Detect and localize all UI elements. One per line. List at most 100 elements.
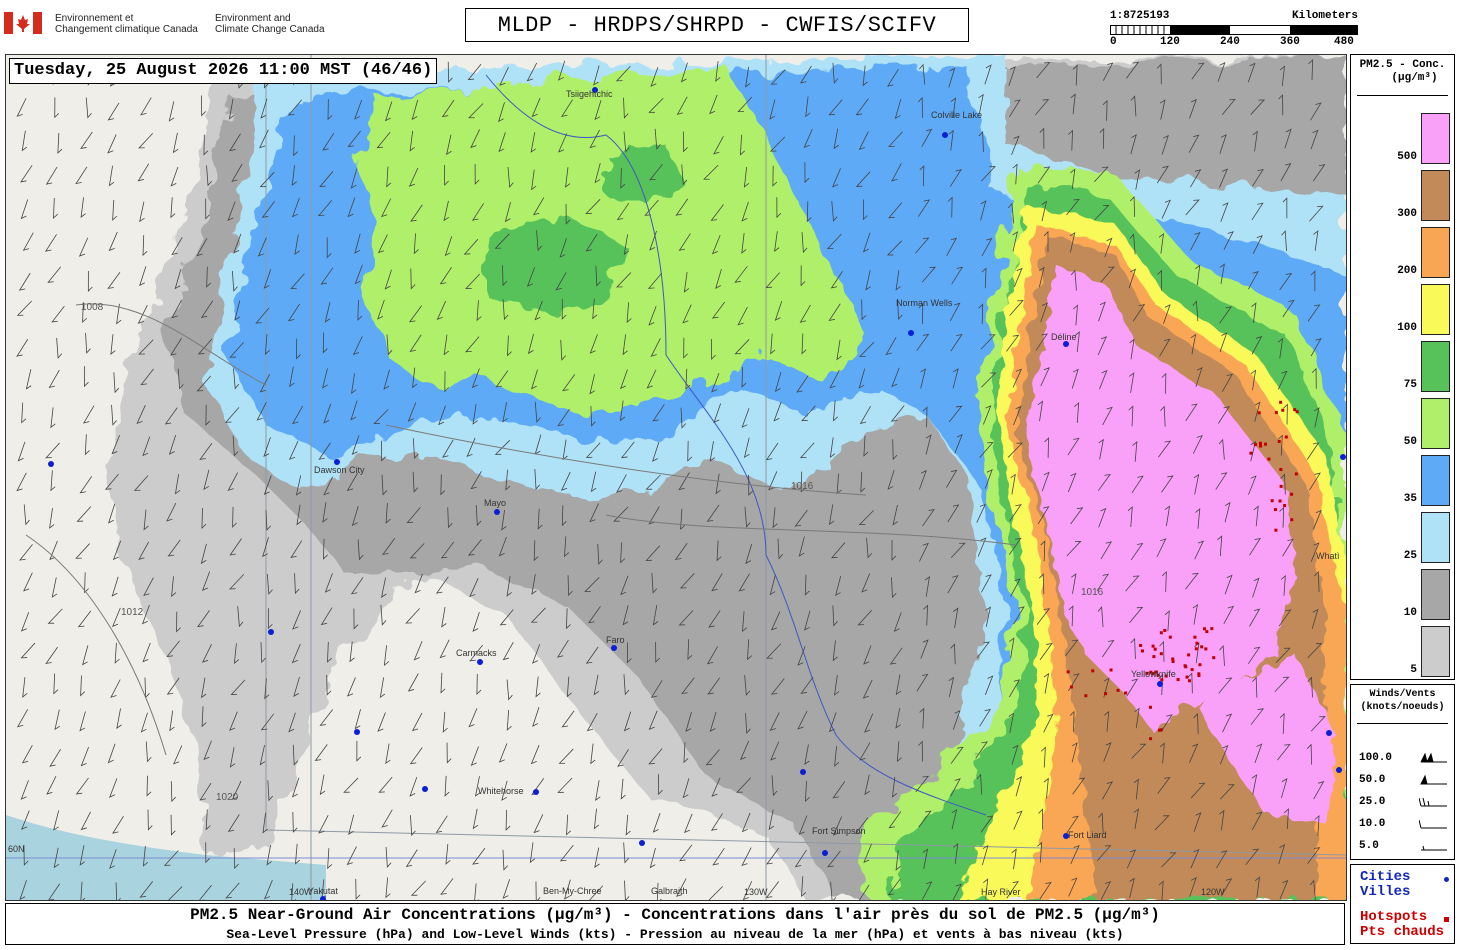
city-label: Whitehorse	[478, 786, 524, 796]
hotspot-marker	[1279, 468, 1283, 472]
legend-divider	[1357, 723, 1448, 724]
concentration-map[interactable]: 1008 1012 1016 1016 1020	[6, 55, 1346, 900]
pm25-swatch	[1421, 113, 1450, 164]
scale-bar-graphic	[1110, 25, 1358, 35]
city-dot[interactable]	[422, 786, 428, 792]
hotspot-marker	[1203, 627, 1207, 631]
city-dot[interactable]	[533, 789, 539, 795]
wind-legend-row: 10.0	[1359, 818, 1386, 830]
city-dot[interactable]	[611, 645, 617, 651]
hotspot-marker	[1184, 665, 1188, 669]
hotspots-legend-label: Hotspots Pts chauds	[1360, 909, 1445, 940]
footer: PM2.5 Near-Ground Air Concentrations (µg…	[5, 903, 1345, 945]
hotspot-marker	[1274, 528, 1278, 532]
hotspot-marker	[1205, 630, 1209, 634]
scale-bar: 1:8725193 Kilometers 0 120 240 360 480	[1110, 10, 1358, 50]
hotspot-marker	[1283, 504, 1287, 508]
city-label: Faro	[606, 635, 625, 645]
hotspot-marker	[1294, 472, 1298, 476]
hotspot-marker	[1200, 645, 1204, 649]
svg-text:1016: 1016	[1081, 587, 1104, 598]
scale-ratio: 1:8725193	[1110, 10, 1170, 22]
footer-subtitle: Sea-Level Pressure (hPa) and Low-Level W…	[226, 927, 1124, 942]
legend-divider	[1357, 95, 1448, 96]
hotspot-marker	[1279, 484, 1283, 488]
city-dot[interactable]	[942, 132, 948, 138]
city-label: Fort Liard	[1068, 830, 1107, 840]
pm25-swatch	[1421, 455, 1450, 506]
hotspot-marker	[1159, 631, 1163, 635]
city-label: Dawson City	[314, 465, 365, 475]
hotspot-marker	[1274, 411, 1278, 415]
city-dot[interactable]	[477, 659, 483, 665]
hotspot-marker	[1258, 441, 1262, 445]
pm25-swatch-label: 25	[1403, 550, 1417, 562]
wind-legend-title: Winds/Vents (knots/noeuds)	[1360, 689, 1445, 713]
city-dot[interactable]	[1157, 681, 1163, 687]
pm25-swatch	[1421, 398, 1450, 449]
city-dot[interactable]	[1326, 730, 1332, 736]
hotspot-marker	[1176, 678, 1180, 682]
pm25-swatch-label: 35	[1403, 493, 1417, 505]
wind-legend-row: 25.0	[1359, 796, 1386, 808]
pm25-legend: PM2.5 - Conc. (µg/m³) 500 300 200 100 75 50 35…	[1350, 54, 1455, 680]
hotspot-marker	[1197, 673, 1201, 677]
coord-label: 60N	[8, 844, 25, 854]
cities-legend-label: Cities Villes	[1360, 869, 1411, 900]
hotspot-marker	[1277, 439, 1281, 443]
city-dot[interactable]	[354, 729, 360, 735]
city-dot[interactable]	[822, 850, 828, 856]
wind-barb-100-icon	[1420, 752, 1447, 763]
gov-name-en: Environment and Climate Change Canada	[215, 13, 325, 35]
pm25-swatch-label: 500	[1397, 151, 1417, 163]
city-label: Whatì	[1316, 551, 1340, 561]
hotspot-marker	[1149, 737, 1153, 741]
city-dot[interactable]	[1340, 454, 1346, 460]
hotspot-marker	[1263, 442, 1267, 446]
city-label: Carmacks	[456, 648, 497, 658]
hotspot-marker	[1171, 660, 1175, 664]
city-dot[interactable]	[268, 629, 274, 635]
hotspot-marker	[1195, 641, 1199, 645]
svg-text:1008: 1008	[81, 302, 104, 313]
hotspot-marker	[1151, 644, 1155, 648]
city-dot[interactable]	[639, 840, 645, 846]
hotspot-marker	[1152, 655, 1156, 659]
pm25-swatch	[1421, 512, 1450, 563]
wind-barb-5-icon	[1421, 845, 1447, 851]
city-dot[interactable]	[800, 769, 806, 775]
hotspot-marker	[1116, 688, 1120, 692]
city-dot[interactable]	[494, 509, 500, 515]
hotspot-marker	[1066, 670, 1070, 674]
city-dot[interactable]	[908, 330, 914, 336]
city-dot[interactable]	[1063, 341, 1069, 347]
hotspot-marker	[1148, 705, 1152, 709]
hotspot-marker	[1091, 669, 1095, 673]
coord-label: 130W	[744, 887, 768, 897]
map-panel[interactable]: 1008 1012 1016 1016 1020 Tuesday, 25 Aug…	[5, 54, 1347, 901]
svg-text:1012: 1012	[121, 607, 144, 618]
wind-barb-25-icon	[1419, 797, 1447, 807]
scale-unit: Kilometers	[1291, 10, 1358, 22]
city-dot[interactable]	[1336, 767, 1342, 773]
wind-legend-row: 50.0	[1359, 774, 1386, 786]
pm25-swatch	[1421, 284, 1450, 335]
hotspot-marker	[1270, 499, 1274, 503]
svg-text:1020: 1020	[216, 792, 239, 803]
hotspot-marker	[1273, 508, 1277, 512]
city-label: Colville Lake	[931, 110, 983, 120]
hotspot-marker	[1187, 653, 1191, 657]
pm25-swatch-label: 50	[1403, 436, 1417, 448]
pm25-swatch	[1421, 626, 1450, 677]
hotspot-marker	[1278, 499, 1282, 503]
hotspot-marker	[1153, 647, 1157, 651]
hotspot-marker	[1293, 408, 1297, 412]
hotspot-marker	[1204, 647, 1208, 651]
city-dot[interactable]	[48, 461, 54, 467]
hotspot-marker	[1210, 627, 1214, 631]
city-dot[interactable]	[320, 896, 326, 900]
hotspot-marker	[1159, 728, 1163, 732]
hotspot-marker	[1257, 411, 1261, 415]
wind-barb-50-icon	[1420, 774, 1447, 785]
pm25-swatch-label: 10	[1403, 607, 1417, 619]
